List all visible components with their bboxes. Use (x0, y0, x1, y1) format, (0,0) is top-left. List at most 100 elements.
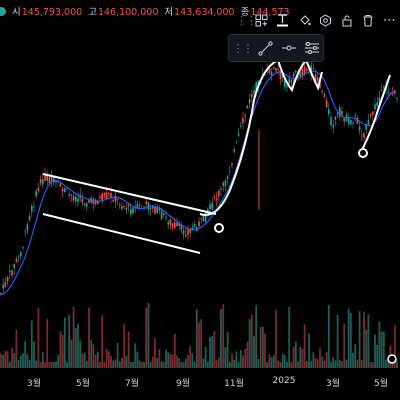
volume-bar (316, 359, 319, 368)
lock-icon[interactable] (336, 9, 357, 31)
candle-body (160, 210, 163, 220)
line-point-icon[interactable] (277, 37, 300, 59)
candle-body (226, 176, 229, 180)
candle-body (138, 205, 141, 206)
line-icon[interactable] (254, 37, 277, 59)
marker-point[interactable] (358, 148, 368, 158)
time-axis[interactable]: 3월 5월 7월 9월 11월 2025 3월 5월 (0, 368, 400, 400)
candle-body (132, 207, 134, 214)
candle-body (64, 188, 66, 193)
candle-body (22, 247, 24, 249)
volume-bar (107, 351, 110, 368)
price-chart[interactable] (0, 0, 400, 400)
low-value: 143,634,000 (174, 7, 235, 18)
channel-lower-line[interactable] (42, 213, 201, 254)
candle-body (167, 222, 169, 225)
candle-body (242, 117, 244, 124)
volume-bar (158, 349, 161, 368)
volume-bar (352, 352, 354, 368)
candle-body (20, 252, 22, 257)
volume-bar (239, 350, 242, 368)
candle-body (343, 118, 345, 122)
volume-bar (374, 334, 376, 368)
volume-bar (156, 357, 159, 368)
candle-body (277, 68, 279, 70)
volume-bar (125, 355, 128, 368)
volume-bar (85, 361, 88, 368)
trash-icon[interactable] (357, 9, 378, 31)
volume-bar (28, 360, 31, 368)
volume-bar (209, 337, 211, 368)
candle-body (347, 117, 350, 124)
candle-body (233, 149, 235, 152)
volume-bar (253, 336, 255, 368)
volume-bar (299, 346, 302, 368)
candle-body (383, 86, 385, 88)
drag-handle-icon[interactable]: ⋮⋮ (236, 9, 257, 31)
volume-bar (83, 352, 86, 368)
open-label: 시 (12, 7, 21, 18)
candle-body (163, 213, 165, 216)
volume-bar (68, 314, 71, 368)
candle-body (37, 188, 40, 191)
text-icon[interactable] (272, 9, 293, 31)
candle-body (248, 98, 251, 104)
candle-body (198, 221, 200, 227)
drag-handle-icon[interactable]: ⋮⋮ (231, 37, 254, 59)
volume-bar (191, 353, 194, 368)
volume-bar (367, 314, 370, 368)
volume-bar (138, 360, 141, 368)
volume-bar (360, 360, 363, 368)
candle-body (11, 270, 13, 276)
line-settings-icon[interactable] (300, 37, 323, 59)
candle-body (244, 114, 246, 116)
candle-body (48, 177, 51, 184)
candle-body (103, 193, 106, 197)
candle-body (220, 188, 222, 190)
candle-body (42, 179, 44, 185)
candle-body (119, 204, 121, 206)
marker-point[interactable] (387, 354, 397, 364)
volume-bar (101, 315, 104, 368)
candle-body (35, 190, 37, 197)
candle-body (108, 193, 110, 195)
drawn-curve-right[interactable] (361, 74, 391, 151)
volume-bar (187, 354, 189, 368)
volume-bar (72, 306, 75, 368)
volume-bar (94, 354, 97, 368)
fill-icon[interactable] (294, 9, 315, 31)
more-icon[interactable]: ⋯ (379, 9, 400, 31)
candle-body (361, 135, 363, 137)
candle-body (15, 258, 18, 263)
volume-bar (301, 348, 304, 368)
candle-body (123, 206, 125, 208)
candle-body (0, 292, 2, 294)
candle-body (171, 223, 174, 228)
volume-bar (288, 306, 291, 368)
x-tick-label: 11월 (224, 379, 244, 389)
candle-body (31, 205, 33, 212)
settings-hexagon-icon[interactable] (315, 9, 336, 31)
volume-bar (19, 355, 22, 368)
candle-body (86, 203, 88, 207)
x-tick-label: 5월 (373, 379, 389, 389)
candle-body (169, 219, 172, 226)
candle-body (246, 105, 249, 108)
volume-bar (277, 360, 280, 368)
volume-bar (90, 340, 93, 368)
volume-bar (116, 343, 119, 368)
candle-body (288, 78, 290, 84)
candle-body (213, 196, 216, 198)
volume-bar (217, 357, 220, 368)
candle-body (275, 68, 277, 72)
x-tick-label: 7월 (124, 379, 140, 389)
volume-bar (382, 331, 385, 368)
drawing-tools[interactable] (42, 58, 397, 364)
candle-body (328, 109, 330, 114)
volume-bar (200, 319, 203, 368)
marker-point[interactable] (214, 223, 224, 233)
layout-icon[interactable] (251, 9, 272, 31)
candle-body (303, 66, 306, 74)
volume-bar (77, 323, 79, 368)
volume-bar (57, 355, 60, 368)
